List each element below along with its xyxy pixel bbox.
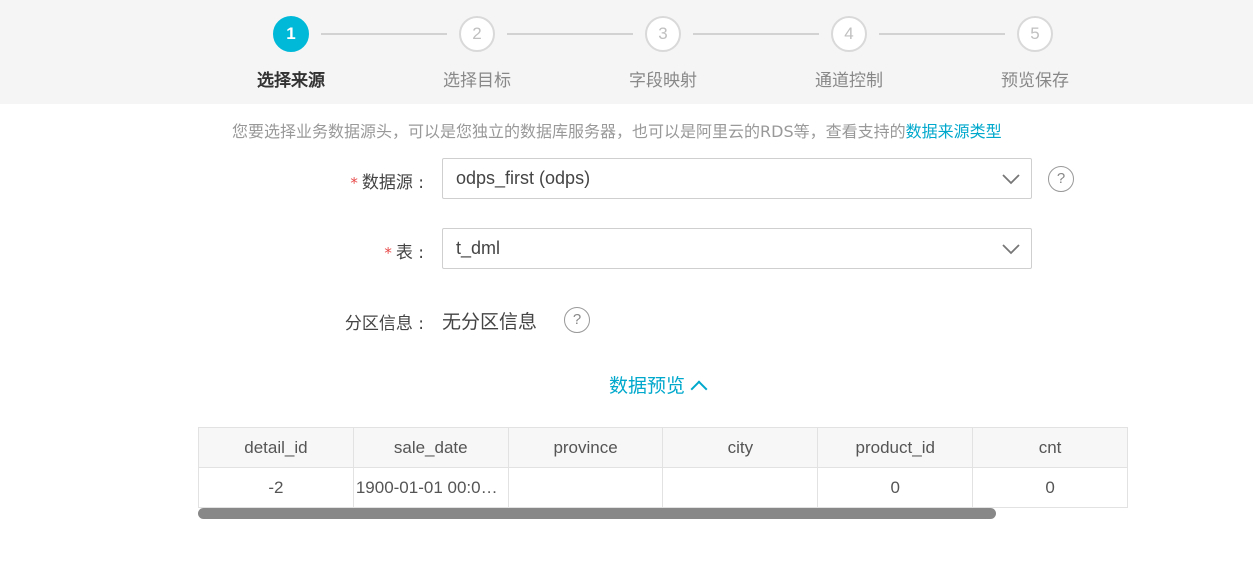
table-cell (507, 467, 664, 508)
data-preview-label: 数据预览 (609, 375, 686, 397)
required-mark: * (350, 174, 358, 192)
datasource-types-link[interactable]: 数据来源类型 (906, 122, 1002, 141)
step-number: 2 (459, 16, 495, 52)
description-text: 您要选择业务数据源头，可以是您独立的数据库服务器，也可以是阿里云的RDS等，查看… (232, 122, 906, 141)
chevron-down-icon (1002, 244, 1020, 255)
table-header-row: detail_id sale_date province city produc… (198, 427, 1128, 468)
chevron-down-icon (1002, 174, 1020, 185)
step-label: 选择目标 (443, 71, 511, 91)
table-row: -2 1900-01-01 00:00:00 0 0 (198, 467, 1128, 508)
chevron-up-icon (690, 380, 708, 398)
step-number: 4 (831, 16, 867, 52)
step-1[interactable]: 1 选择来源 (221, 16, 361, 91)
step-2[interactable]: 2 选择目标 (407, 16, 547, 91)
column-header: sale_date (352, 427, 509, 468)
step-4[interactable]: 4 通道控制 (779, 16, 919, 91)
datasource-value: odps_first (odps) (456, 168, 591, 188)
source-description: 您要选择业务数据源头，可以是您独立的数据库服务器，也可以是阿里云的RDS等，查看… (232, 118, 1002, 142)
step-number: 5 (1017, 16, 1053, 52)
table-cell: 0 (972, 467, 1128, 508)
step-number: 1 (273, 16, 309, 52)
table-cell: -2 (198, 467, 354, 508)
step-label: 选择来源 (257, 71, 325, 91)
required-mark: * (384, 244, 392, 262)
partition-value: 无分区信息 (442, 311, 538, 333)
datasource-label: * 数据源 : (224, 168, 424, 193)
table-label-text: 表 : (395, 243, 424, 263)
datasource-label-text: 数据源 : (361, 173, 424, 193)
datasource-help-icon[interactable]: ? (1048, 166, 1074, 192)
step-number: 3 (645, 16, 681, 52)
table-select[interactable]: t_dml (442, 228, 1032, 269)
column-header: cnt (972, 427, 1128, 468)
horizontal-scrollbar[interactable] (198, 508, 996, 519)
column-header: product_id (817, 427, 974, 468)
table-cell: 1900-01-01 00:00:00 (352, 467, 509, 508)
data-preview-table: detail_id sale_date province city produc… (198, 427, 1128, 508)
datasource-select[interactable]: odps_first (odps) (442, 158, 1032, 199)
table-value: t_dml (456, 238, 501, 258)
table-cell: 0 (817, 467, 974, 508)
data-preview-toggle[interactable]: 数据预览 (609, 371, 708, 398)
wizard-stepper: 1 选择来源 2 选择目标 3 字段映射 4 通道控制 5 预览保存 (0, 0, 1253, 104)
partition-help-icon[interactable]: ? (564, 307, 590, 333)
step-label: 预览保存 (1001, 71, 1069, 91)
column-header: city (662, 427, 819, 468)
step-3[interactable]: 3 字段映射 (593, 16, 733, 91)
step-5[interactable]: 5 预览保存 (965, 16, 1105, 91)
table-label: * 表 : (224, 238, 424, 263)
column-header: detail_id (198, 427, 354, 468)
step-label: 通道控制 (815, 71, 883, 91)
partition-label: 分区信息 : (344, 314, 424, 334)
column-header: province (507, 427, 664, 468)
table-cell (662, 467, 819, 508)
step-label: 字段映射 (629, 71, 697, 91)
